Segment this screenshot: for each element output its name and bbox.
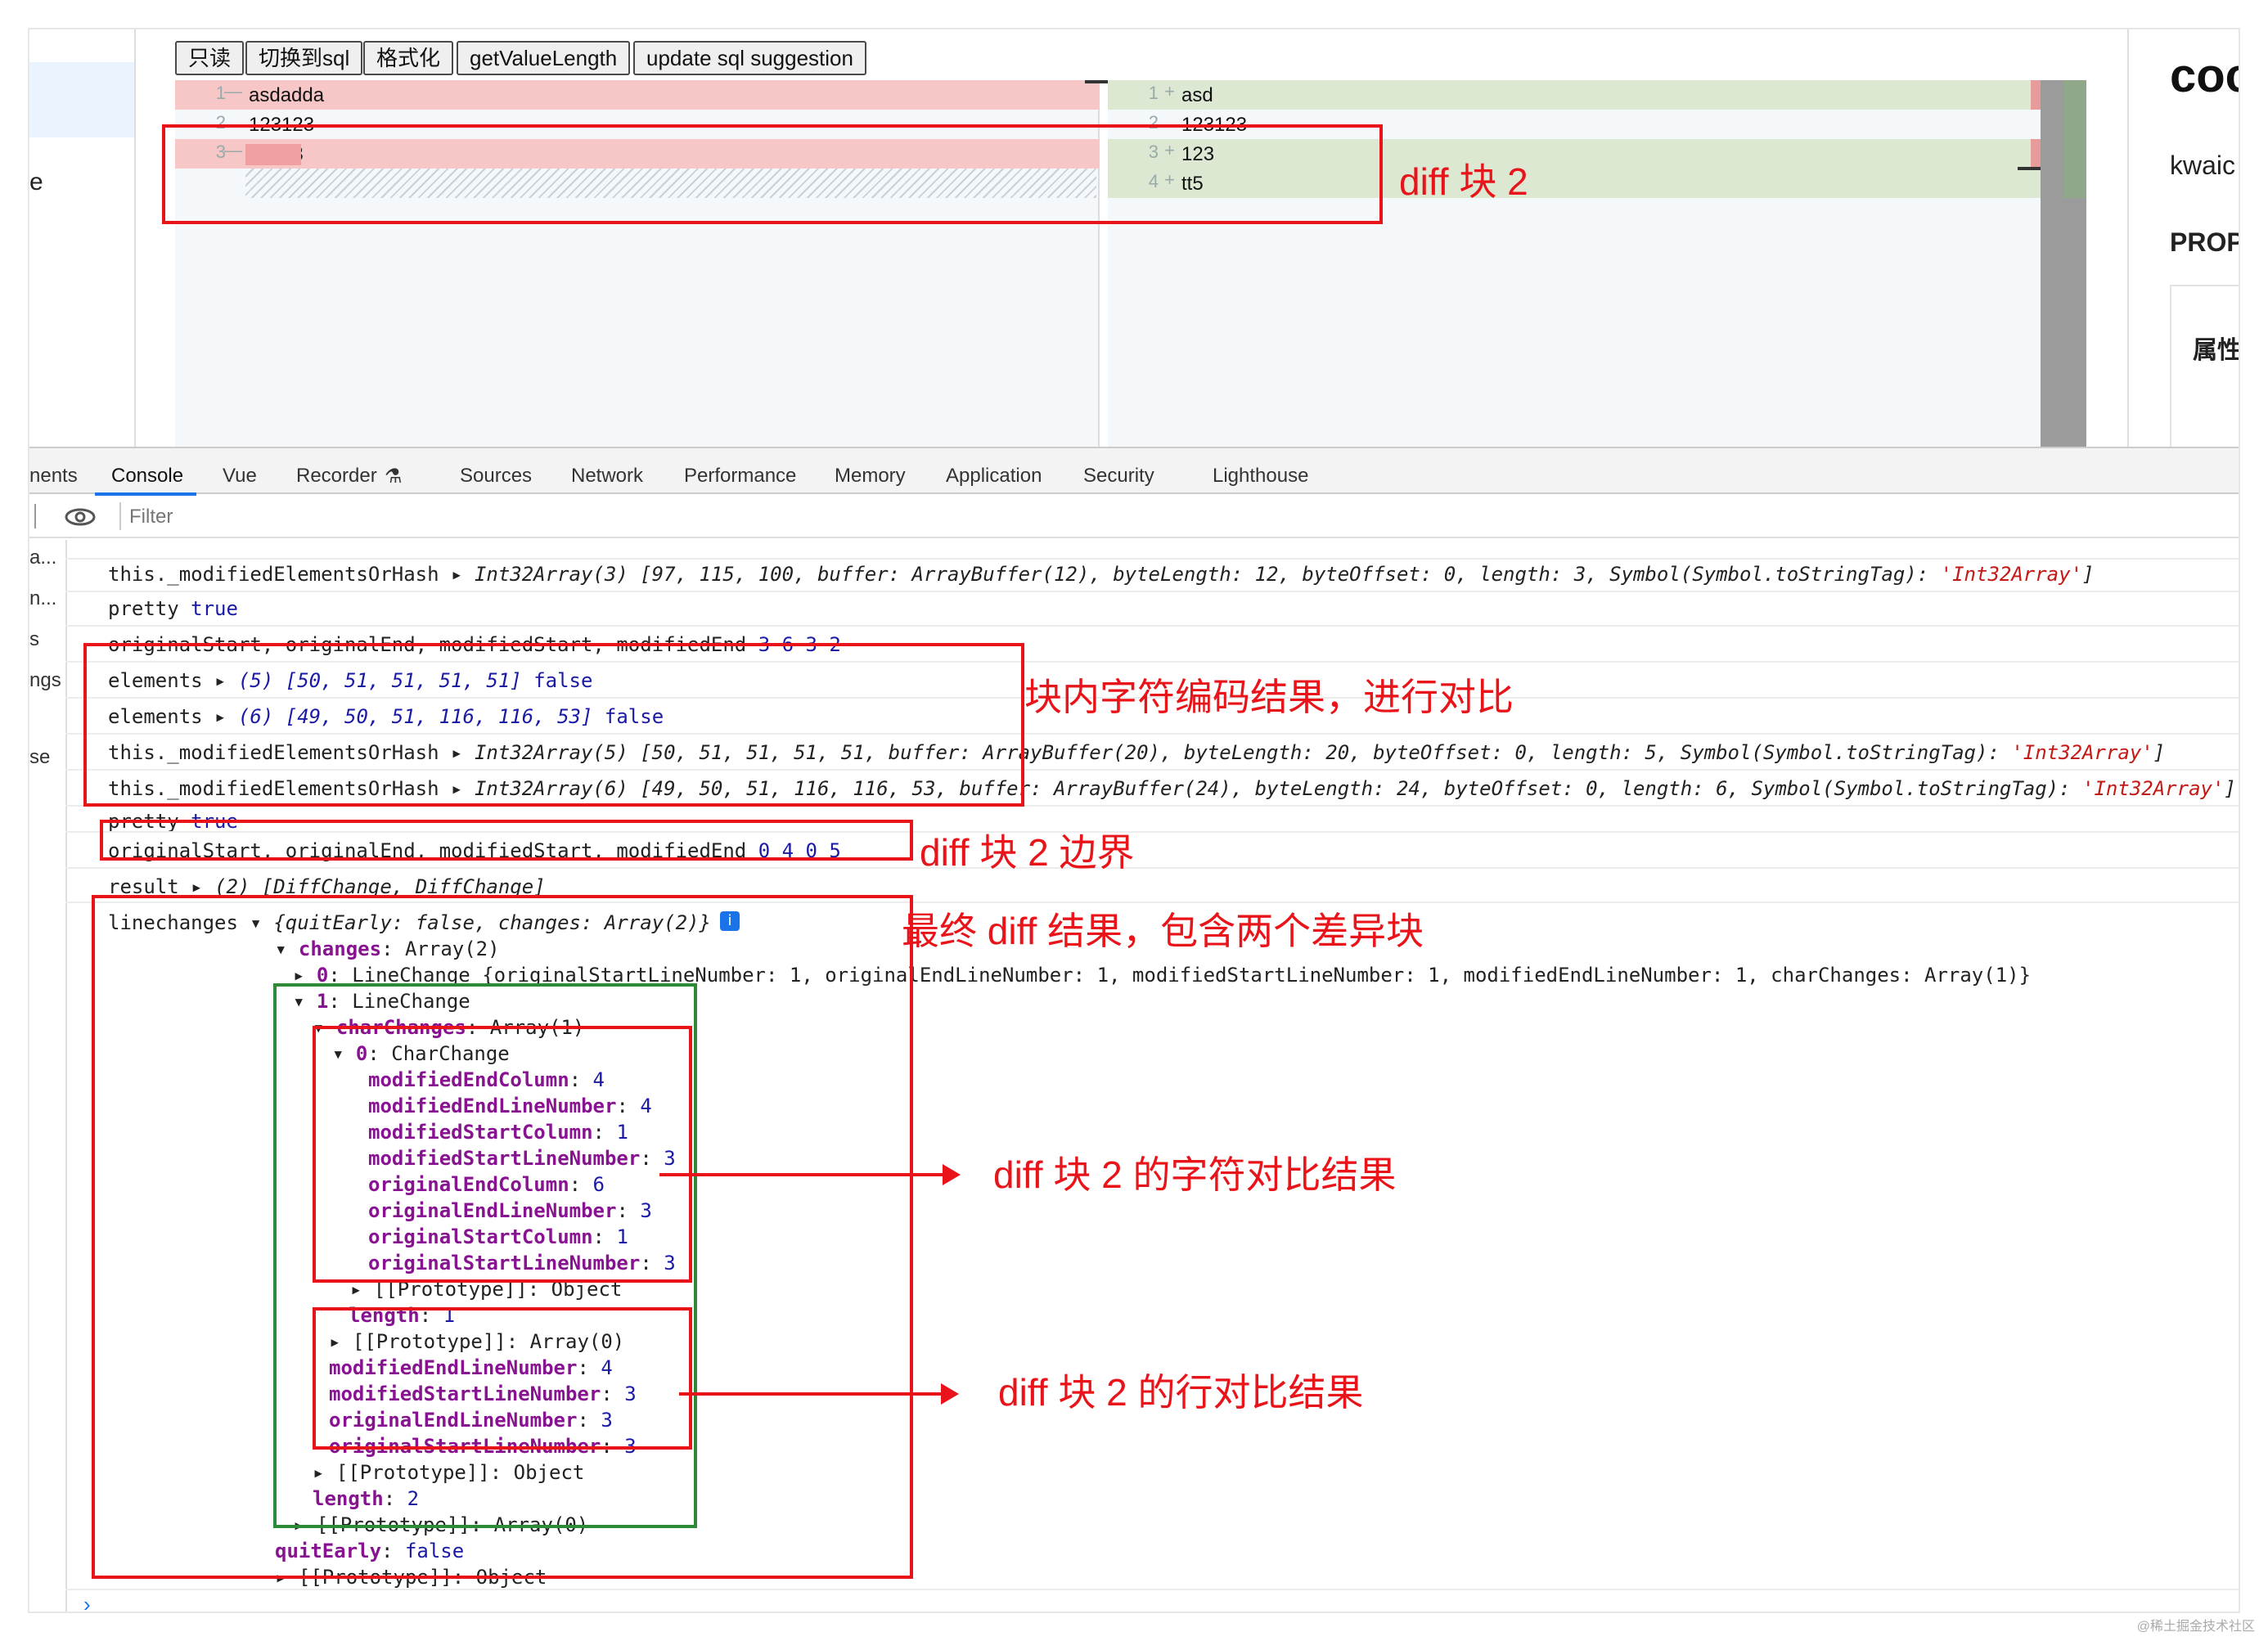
property-card	[2170, 285, 2239, 447]
property-label: 属性	[2193, 337, 2239, 364]
annotation-char-encoding: 块内字符编码结果，进行对比	[1024, 676, 1514, 718]
tab-lighthouse[interactable]: Lighthouse	[1213, 465, 1308, 488]
annotation-char-result: diff 块 2 的字符对比结果	[993, 1153, 1397, 1196]
annotation-box-boundary	[100, 820, 913, 861]
console-token: 'Int32Array'	[2011, 741, 2153, 764]
annotation-arrow	[659, 1164, 961, 1185]
diff-line-added	[1108, 80, 2041, 110]
console-token: ]	[2082, 563, 2095, 586]
collapse-marker	[1085, 80, 1108, 83]
console-line[interactable]: pretty true	[108, 599, 238, 618]
tab-security[interactable]: Security	[1083, 465, 1154, 488]
update-sql-suggestion-button[interactable]: update sql suggestion	[633, 41, 866, 75]
get-value-length-button[interactable]: getValueLength	[457, 41, 631, 75]
console-sidebar-item[interactable]: s	[29, 628, 39, 651]
console-sidebar-divider	[65, 540, 67, 1612]
console-token: pretty	[108, 597, 179, 620]
right-panel: coc kwaic PROP 属性	[2127, 29, 2239, 447]
toolbar-divider	[119, 502, 121, 530]
console-sidebar-item[interactable]: a...	[29, 546, 56, 569]
console-filter-input[interactable]	[129, 502, 702, 532]
collapse-marker	[2018, 167, 2041, 170]
tab-elements[interactable]: nents	[29, 465, 78, 488]
annotation-line-result: diff 块 2 的行对比结果	[998, 1371, 1364, 1414]
eye-icon[interactable]	[64, 506, 97, 528]
panel-prop-heading: PROP	[2170, 227, 2239, 257]
code-line[interactable]: asdadda	[249, 86, 324, 106]
code-line[interactable]: asd	[1181, 86, 1213, 106]
console-separator	[65, 591, 2239, 592]
expand-triangle-icon: ▸	[451, 563, 475, 586]
readonly-button[interactable]: 只读	[175, 41, 245, 75]
tab-performance[interactable]: Performance	[684, 465, 796, 488]
console-token: 'Int32Array'	[1940, 563, 2083, 586]
format-button[interactable]: 格式化	[363, 41, 454, 75]
console-sidebar-item[interactable]: ngs	[29, 669, 61, 692]
tab-sources[interactable]: Sources	[460, 465, 532, 488]
annotation-diff-block-2: diff 块 2	[1399, 160, 1528, 203]
console-token: ]	[2224, 777, 2236, 800]
panel-title: coc	[2170, 49, 2239, 102]
console-prompt-divider	[65, 1589, 2239, 1590]
console-token: Int32Array(3) [97, 115, 100, buffer: Arr…	[474, 563, 1941, 586]
console-token	[179, 597, 191, 620]
console-toolbar	[29, 496, 2239, 538]
diff-marker: —	[224, 81, 242, 101]
diff-marker: +	[1164, 81, 1175, 101]
tab-vue[interactable]: Vue	[223, 465, 257, 488]
console-prompt-icon[interactable]: ›	[83, 1594, 91, 1612]
panel-subtitle: kwaic	[2170, 151, 2236, 180]
devtools-tabbar: nents Console Vue Recorder ⚗ Sources Net…	[29, 447, 2239, 496]
sidebar-active-item[interactable]	[29, 62, 134, 137]
console-token: 'Int32Array'	[2082, 777, 2225, 800]
tab-network[interactable]: Network	[571, 465, 643, 488]
screenshot: e 只读 切换到sql 格式化 getValueLength update sq…	[0, 0, 2268, 1641]
annotation-box-diff-block-2	[162, 124, 1383, 224]
console-line[interactable]: result ▸ (2) [DiffChange, DiffChange]	[108, 877, 546, 897]
annotation-box-char-result	[313, 1026, 692, 1283]
annotation-box-line-result	[313, 1307, 692, 1450]
console-token	[439, 563, 451, 586]
console-token: this._modifiedElementsOrHash	[108, 563, 439, 586]
console-separator	[65, 558, 2239, 560]
console-token: true	[191, 597, 238, 620]
console-sidebar-item[interactable]: n...	[29, 587, 56, 610]
app-sidebar: e	[29, 29, 136, 447]
console-token: ]	[2153, 741, 2166, 764]
annotation-final-result: 最终 diff 结果，包含两个差异块	[902, 910, 1424, 952]
switch-sql-button[interactable]: 切换到sql	[245, 41, 363, 75]
watermark: @稀土掘金技术社区	[2136, 1620, 2255, 1634]
console-separator	[65, 867, 2239, 869]
console-line[interactable]: this._modifiedElementsOrHash ▸ Int32Arra…	[108, 564, 2094, 584]
console-separator	[65, 625, 2239, 627]
sidebar-text-fragment: e	[29, 169, 43, 196]
browser-window: e 只读 切换到sql 格式化 getValueLength update sq…	[29, 29, 2239, 1612]
annotation-arrow	[679, 1383, 959, 1405]
scrollbar-diff-mark	[2063, 80, 2086, 198]
editor-scrollbar[interactable]	[2041, 80, 2086, 447]
console-sidebar-item[interactable]: se	[29, 746, 50, 769]
tab-memory[interactable]: Memory	[835, 465, 906, 488]
tab-recorder[interactable]: Recorder	[296, 465, 377, 488]
filter-icon[interactable]	[29, 504, 36, 528]
tab-application[interactable]: Application	[946, 465, 1042, 488]
annotation-boundary: diff 块 2 边界	[920, 831, 1135, 874]
annotation-box-char-encoding	[83, 643, 1024, 807]
flask-icon: ⚗	[385, 465, 403, 488]
tab-console[interactable]: Console	[111, 465, 183, 488]
